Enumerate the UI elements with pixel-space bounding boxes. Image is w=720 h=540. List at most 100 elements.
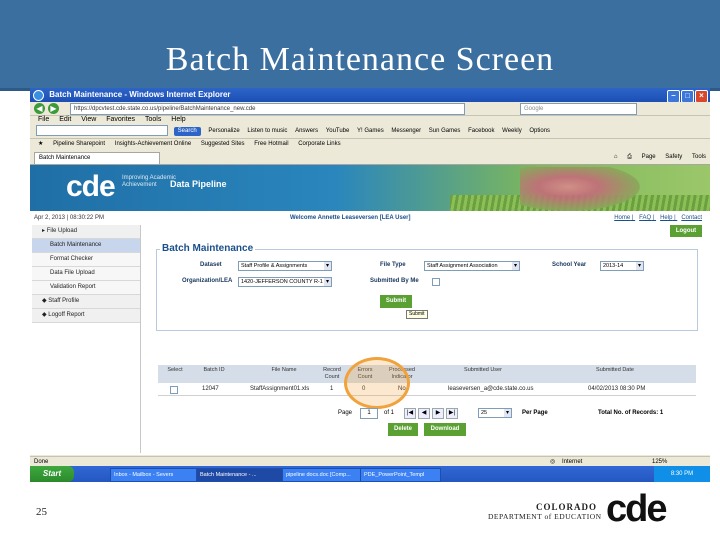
link-contact[interactable]: Contact bbox=[681, 215, 702, 221]
footer-logo-mark: cde bbox=[606, 488, 668, 530]
logout-button[interactable]: Logout bbox=[670, 225, 702, 237]
taskbar-item[interactable]: Inbox - Mailbox - Severs bbox=[110, 468, 199, 482]
link-help[interactable]: Help bbox=[660, 215, 672, 221]
sidebar-item-staff-profile[interactable]: ◆ Staff Profile bbox=[32, 295, 140, 309]
sidebar-item-data-file-upload[interactable]: Data File Upload bbox=[32, 267, 140, 281]
taskbar-item[interactable]: PDE_PowerPoint_Templ bbox=[360, 468, 441, 482]
col-submitted-date: Submitted Date bbox=[596, 367, 634, 373]
menu-file[interactable]: File bbox=[38, 116, 49, 123]
delete-button[interactable]: Delete bbox=[388, 423, 418, 436]
row-select-checkbox[interactable] bbox=[170, 386, 178, 394]
product-name: Data Pipeline bbox=[170, 179, 227, 189]
window-controls: – □ × bbox=[666, 89, 708, 103]
info-bar: Apr 2, 2013 | 08:30:22 PM Welcome Annett… bbox=[30, 212, 710, 224]
sidebar-item-file-upload[interactable]: ▸ File Upload bbox=[32, 225, 140, 239]
menu-view[interactable]: View bbox=[81, 116, 96, 123]
command-bar: ⌂ ⎙ Page Safety Tools bbox=[606, 152, 706, 163]
toolbar-item[interactable]: Options bbox=[529, 125, 550, 138]
org-select[interactable]: 1420-JEFFERSON COUNTY R-1 bbox=[238, 277, 332, 287]
taskbar-item-active[interactable]: Batch Maintenance - ... bbox=[196, 468, 285, 482]
toolbar-item[interactable]: Sun Games bbox=[429, 125, 461, 138]
window-title: Batch Maintenance - Windows Internet Exp… bbox=[49, 90, 231, 99]
menu-tools[interactable]: Tools bbox=[145, 116, 161, 123]
col-batch-id: Batch ID bbox=[203, 367, 225, 373]
toolbar-item[interactable]: Answers bbox=[295, 125, 318, 138]
command-safety[interactable]: Safety bbox=[665, 154, 682, 160]
yahoo-toolbar: Search Personalize Listen to music Answe… bbox=[30, 125, 710, 139]
taskbar-item[interactable]: pipeline docs.doc [Comp... bbox=[282, 468, 363, 482]
cell-file-name[interactable]: StaffAssignment01.xls bbox=[250, 385, 309, 393]
link-home[interactable]: Home bbox=[614, 215, 630, 221]
menu-favorites[interactable]: Favorites bbox=[106, 116, 135, 123]
schoolyear-select[interactable]: 2013-14 bbox=[600, 261, 644, 271]
back-arrow-icon[interactable]: ◀ bbox=[34, 103, 45, 114]
tab-batch-maintenance[interactable]: Batch Maintenance bbox=[34, 152, 160, 164]
welcome-text: Welcome Annette Leaseversen [LEA User] bbox=[290, 215, 411, 221]
browser-screenshot: Batch Maintenance - Windows Internet Exp… bbox=[30, 88, 710, 482]
cell-batch-id: 12047 bbox=[202, 386, 219, 392]
print-icon[interactable]: ⎙ bbox=[627, 154, 632, 160]
filetype-label: File Type bbox=[380, 262, 406, 268]
command-tools[interactable]: Tools bbox=[692, 154, 706, 160]
forward-arrow-icon[interactable]: ▶ bbox=[48, 103, 59, 114]
cde-footer-logo: COLORADO DEPARTMENT of EDUCATION cde bbox=[488, 490, 698, 528]
filetype-select[interactable]: Staff Assignment Association bbox=[424, 261, 520, 271]
sidebar-item-validation-report[interactable]: Validation Report bbox=[32, 281, 140, 295]
command-page[interactable]: Page bbox=[642, 154, 656, 160]
favorite-link[interactable]: Free Hotmail bbox=[254, 141, 288, 147]
footer-logo-line1: COLORADO bbox=[536, 502, 598, 512]
toolbar-item[interactable]: Messenger bbox=[391, 125, 421, 138]
total-records-label: Total No. of Records: 1 bbox=[598, 410, 664, 416]
toolbar-item[interactable]: YouTube bbox=[326, 125, 350, 138]
prev-page-icon[interactable]: ◀ bbox=[418, 408, 430, 419]
taskbar-clock: 8:30 PM bbox=[654, 466, 710, 482]
menu-bar: File Edit View Favorites Tools Help bbox=[30, 115, 710, 125]
schoolyear-label: School Year bbox=[552, 262, 587, 268]
pager-page-input[interactable]: 1 bbox=[360, 408, 378, 419]
cde-logo[interactable]: cde bbox=[66, 171, 116, 203]
start-button[interactable]: Start bbox=[30, 466, 74, 482]
toolbar-item[interactable]: Facebook bbox=[468, 125, 494, 138]
submitted-by-me-checkbox[interactable] bbox=[432, 278, 440, 286]
submit-button[interactable]: Submit bbox=[380, 295, 412, 308]
menu-edit[interactable]: Edit bbox=[59, 116, 71, 123]
favorite-link[interactable]: Insights-Achievement Online bbox=[115, 141, 191, 147]
banner-photo bbox=[520, 167, 640, 211]
toolbar-search-input[interactable] bbox=[36, 125, 168, 136]
col-record-count: Record Count bbox=[323, 367, 341, 380]
page-title: Batch Maintenance bbox=[160, 243, 256, 254]
sidebar: ▸ File Upload Batch Maintenance Format C… bbox=[32, 225, 141, 453]
url-input[interactable]: https://dpcvtest.cde.state.co.us/pipelin… bbox=[70, 103, 465, 115]
next-page-icon[interactable]: ▶ bbox=[432, 408, 444, 419]
pager-of-label: of 1 bbox=[384, 410, 395, 416]
browser-search-input[interactable]: Google bbox=[520, 103, 637, 115]
home-icon[interactable]: ⌂ bbox=[614, 154, 618, 160]
page-size-select[interactable]: 25 bbox=[478, 408, 512, 418]
sidebar-item-format-checker[interactable]: Format Checker bbox=[32, 253, 140, 267]
favorite-link[interactable]: Pipeline Sharepoint bbox=[53, 141, 105, 147]
favorite-link[interactable]: Suggested Sites bbox=[201, 141, 245, 147]
toolbar-item[interactable]: Personalize bbox=[208, 125, 239, 138]
slide-title: Batch Maintenance Screen bbox=[165, 41, 555, 78]
favorite-link[interactable]: Corporate Links bbox=[298, 141, 340, 147]
toolbar-search-button[interactable]: Search bbox=[173, 127, 201, 137]
col-select: Select bbox=[167, 367, 183, 373]
address-bar: ◀ ▶ https://dpcvtest.cde.state.co.us/pip… bbox=[30, 102, 710, 116]
col-file-name: File Name bbox=[271, 367, 297, 373]
slide-number: 25 bbox=[36, 506, 47, 518]
taskbar: Start Inbox - Mailbox - Severs Batch Mai… bbox=[30, 466, 710, 482]
link-faq[interactable]: FAQ bbox=[639, 215, 651, 221]
first-page-icon[interactable]: |◀ bbox=[404, 408, 416, 419]
toolbar-item[interactable]: Weekly bbox=[502, 125, 522, 138]
sidebar-item-logoff-report[interactable]: ◆ Logoff Report bbox=[32, 309, 140, 323]
dataset-label: Dataset bbox=[200, 262, 222, 268]
favorites-star-icon[interactable]: ★ bbox=[38, 141, 43, 147]
cell-submitted-user: leaseversen_a@cde.state.co.us bbox=[448, 386, 534, 392]
last-page-icon[interactable]: ▶| bbox=[446, 408, 458, 419]
sidebar-item-batch-maintenance[interactable]: Batch Maintenance bbox=[32, 239, 140, 253]
toolbar-item[interactable]: Listen to music bbox=[247, 125, 287, 138]
download-button[interactable]: Download bbox=[424, 423, 466, 436]
toolbar-item[interactable]: Y! Games bbox=[357, 125, 384, 138]
dataset-select[interactable]: Staff Profile & Assignments bbox=[238, 261, 332, 271]
menu-help[interactable]: Help bbox=[171, 116, 185, 123]
